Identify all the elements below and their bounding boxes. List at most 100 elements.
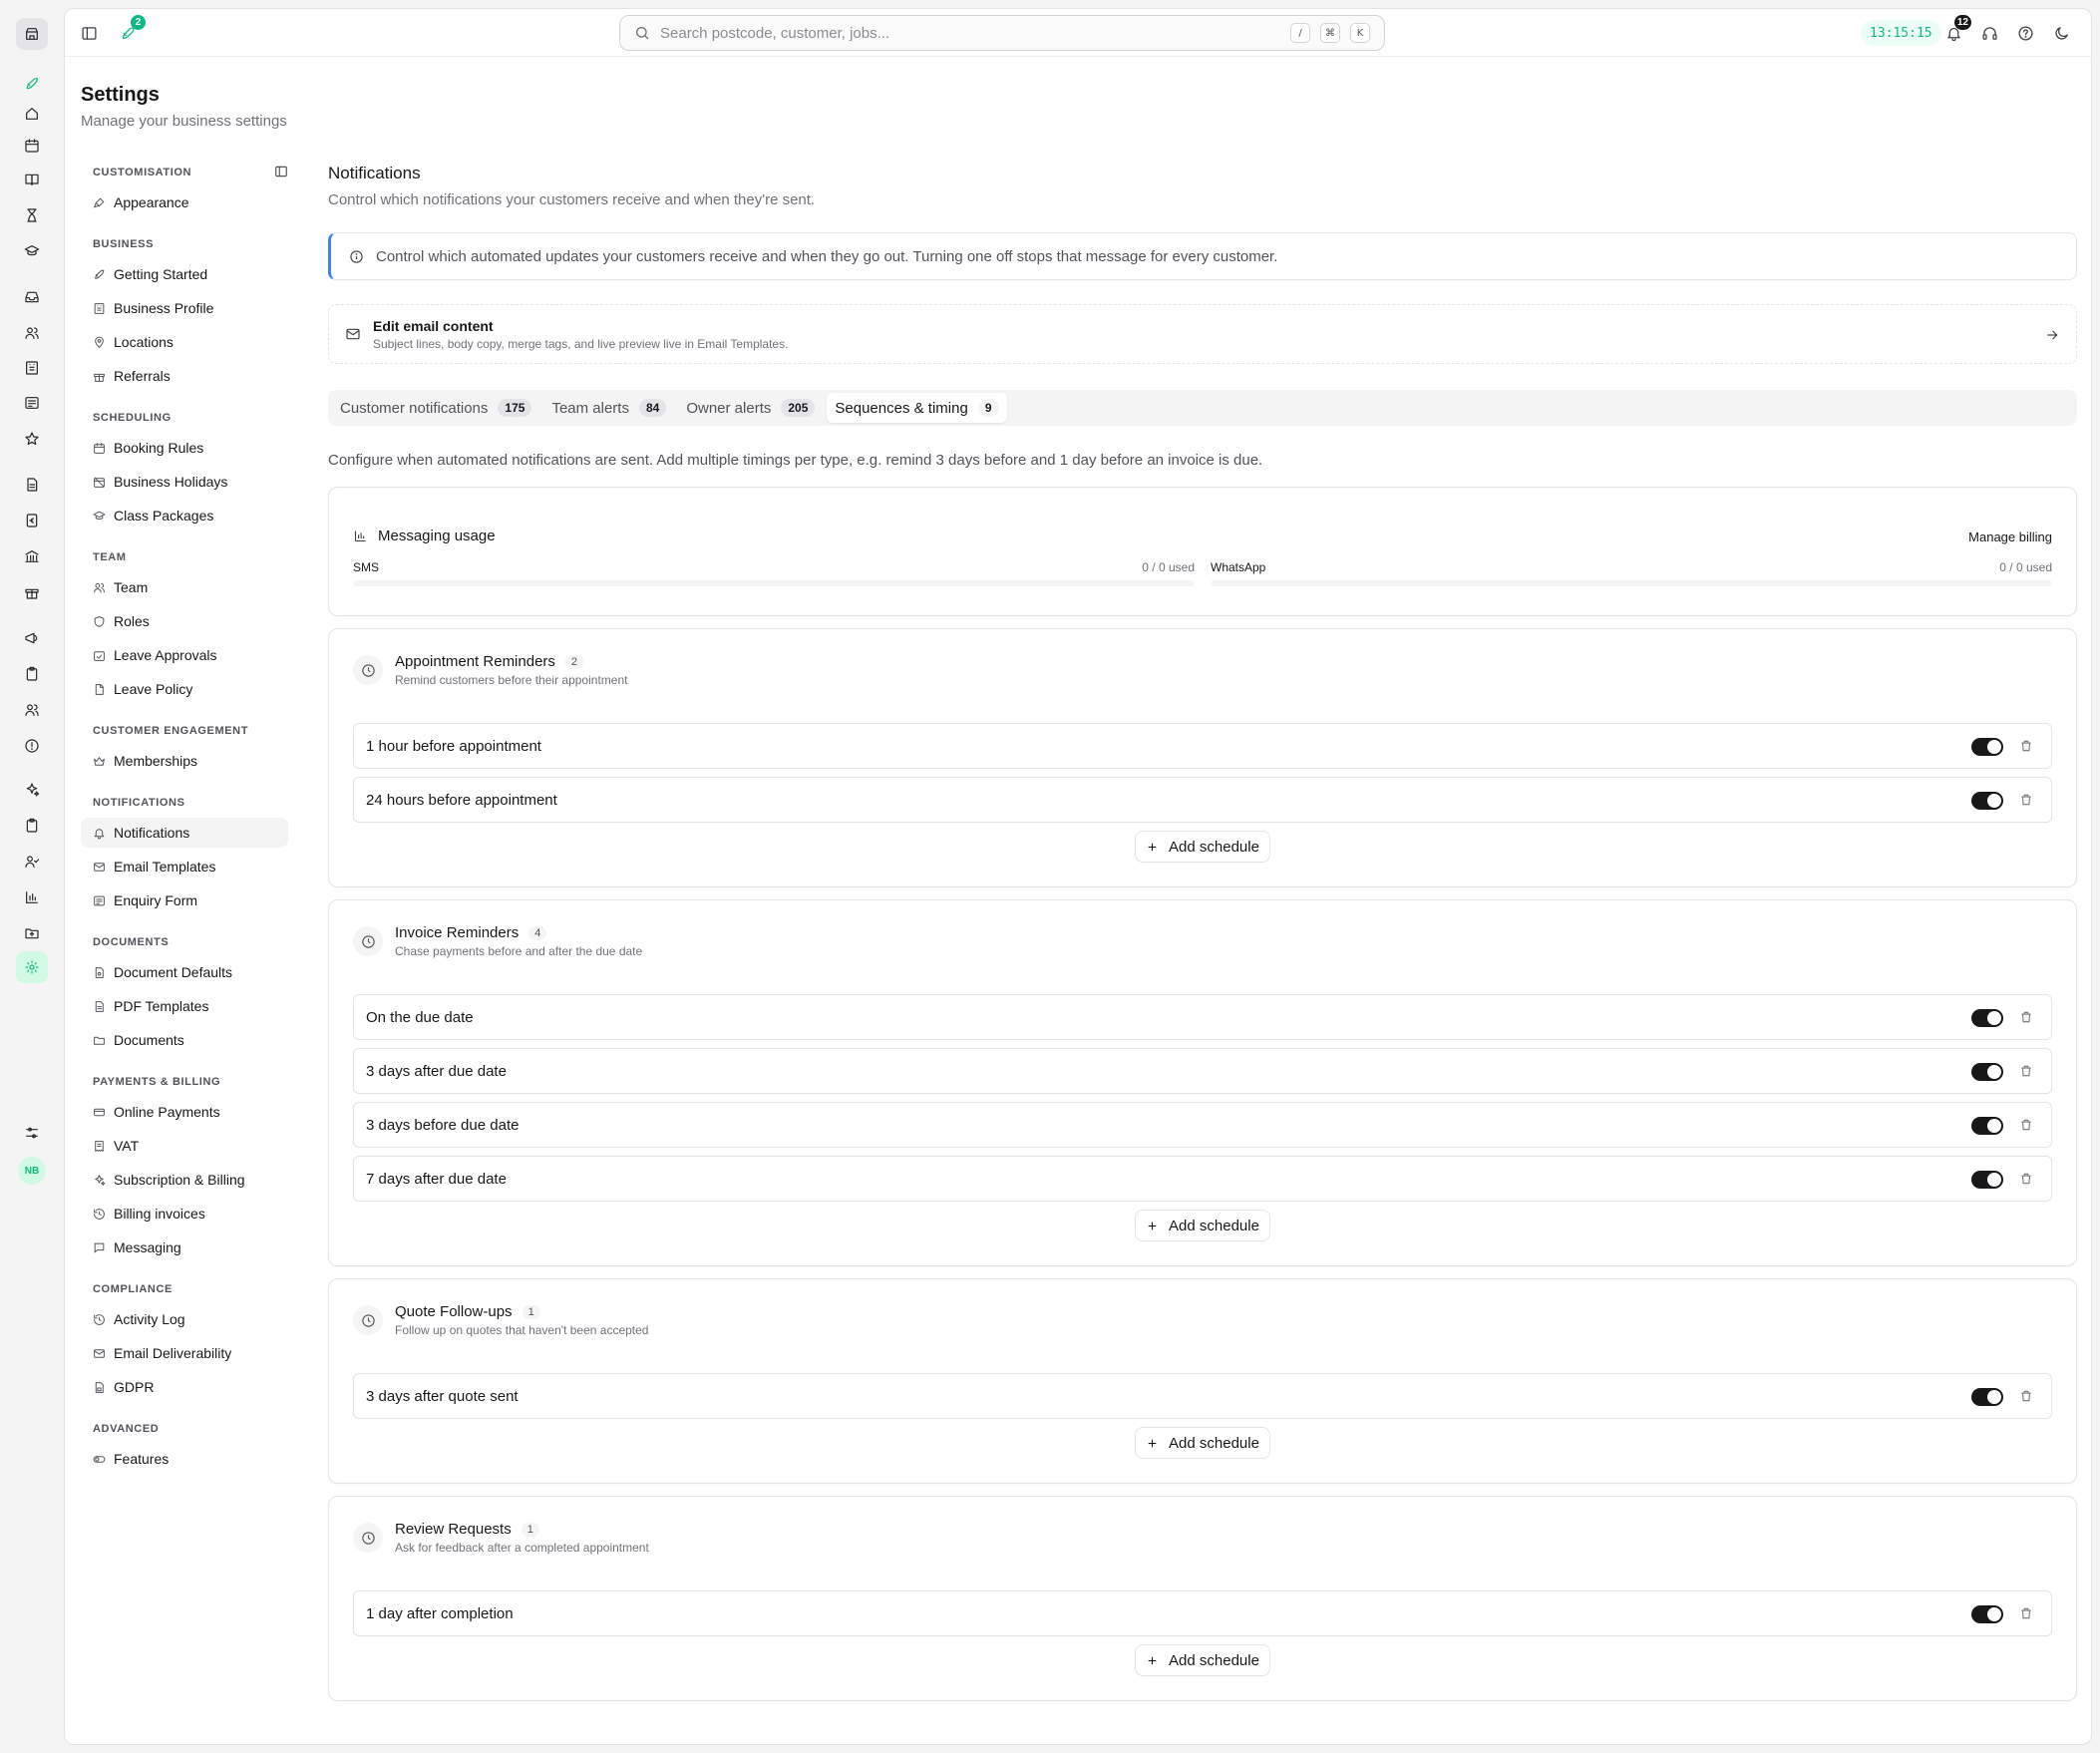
nav-item-subscription-billing[interactable]: Subscription & Billing bbox=[81, 1165, 288, 1195]
rail-euro-file-icon[interactable] bbox=[16, 505, 48, 536]
rail-home-icon[interactable] bbox=[16, 98, 48, 130]
tab-team-alerts[interactable]: Team alerts 84 bbox=[543, 393, 674, 423]
nav-item-features[interactable]: Features bbox=[81, 1444, 288, 1474]
nav-item-business-holidays[interactable]: Business Holidays bbox=[81, 467, 288, 497]
nav-item-enquiry-form[interactable]: Enquiry Form bbox=[81, 885, 288, 915]
tab-sequences-timing[interactable]: Sequences & timing 9 bbox=[827, 393, 1007, 423]
rail-building-icon[interactable] bbox=[16, 352, 48, 384]
nav-item-memberships[interactable]: Memberships bbox=[81, 746, 288, 776]
rail-bank-icon[interactable] bbox=[16, 540, 48, 572]
schedule-toggle[interactable] bbox=[1971, 1388, 2003, 1406]
schedule-toggle[interactable] bbox=[1971, 1605, 2003, 1623]
rocket-icon bbox=[93, 268, 106, 281]
nav-item-leave-approvals[interactable]: Leave Approvals bbox=[81, 640, 288, 670]
rail-sparkles-icon[interactable] bbox=[16, 774, 48, 806]
nav-item-class-packages[interactable]: Class Packages bbox=[81, 501, 288, 530]
schedule-toggle[interactable] bbox=[1971, 738, 2003, 756]
nav-group-title: BUSINESS bbox=[81, 235, 288, 253]
nav-item-activity-log[interactable]: Activity Log bbox=[81, 1304, 288, 1334]
rail-book-icon[interactable] bbox=[16, 164, 48, 195]
rail-star-icon[interactable] bbox=[16, 423, 48, 455]
nav-item-leave-policy[interactable]: Leave Policy bbox=[81, 674, 288, 704]
rail-calendar-icon[interactable] bbox=[16, 130, 48, 162]
rail-users-icon[interactable] bbox=[16, 694, 48, 726]
headset-icon[interactable] bbox=[1977, 21, 2001, 45]
trash-icon[interactable] bbox=[2019, 1118, 2033, 1132]
history-icon bbox=[93, 1313, 106, 1326]
rail-graduation-icon[interactable] bbox=[16, 235, 48, 267]
rail-user-check-icon[interactable] bbox=[16, 846, 48, 877]
rail-file-text-icon[interactable] bbox=[16, 469, 48, 501]
nav-item-team[interactable]: Team bbox=[81, 572, 288, 602]
schedule-toggle[interactable] bbox=[1971, 792, 2003, 810]
rail-inbox-icon[interactable] bbox=[16, 281, 48, 313]
brush-icon bbox=[93, 196, 106, 209]
rail-bar-chart-icon[interactable] bbox=[16, 881, 48, 913]
trash-icon[interactable] bbox=[2019, 1172, 2033, 1186]
rail-gift-icon[interactable] bbox=[16, 576, 48, 608]
rail-form-icon[interactable] bbox=[16, 387, 48, 419]
nav-item-label: GDPR bbox=[114, 1379, 155, 1395]
sequence-card: Quote Follow-ups 1 Follow up on quotes t… bbox=[328, 1278, 2077, 1484]
rail-hourglass-icon[interactable] bbox=[16, 199, 48, 231]
schedule-toggle[interactable] bbox=[1971, 1063, 2003, 1081]
nav-item-locations[interactable]: Locations bbox=[81, 327, 288, 357]
rail-folder-up-icon[interactable] bbox=[16, 917, 48, 949]
moon-icon[interactable] bbox=[2049, 21, 2073, 45]
add-schedule-button[interactable]: Add schedule bbox=[1135, 1427, 1270, 1459]
schedule-toggle[interactable] bbox=[1971, 1117, 2003, 1135]
nav-item-vat[interactable]: VAT bbox=[81, 1131, 288, 1161]
nav-item-billing-invoices[interactable]: Billing invoices bbox=[81, 1199, 288, 1228]
tab-owner-alerts[interactable]: Owner alerts 205 bbox=[678, 393, 823, 423]
add-schedule-button[interactable]: Add schedule bbox=[1135, 1644, 1270, 1676]
rail-alert-icon[interactable] bbox=[16, 730, 48, 762]
avatar[interactable]: NB bbox=[18, 1157, 46, 1185]
schedule-toggle[interactable] bbox=[1971, 1009, 2003, 1027]
nav-item-business-profile[interactable]: Business Profile bbox=[81, 293, 288, 323]
trash-icon[interactable] bbox=[2019, 739, 2033, 753]
trash-icon[interactable] bbox=[2019, 793, 2033, 807]
nav-item-online-payments[interactable]: Online Payments bbox=[81, 1097, 288, 1127]
nav-item-roles[interactable]: Roles bbox=[81, 606, 288, 636]
rail-gear-icon[interactable] bbox=[16, 951, 48, 983]
rail-clipboard-icon[interactable] bbox=[16, 658, 48, 690]
search-input[interactable] bbox=[660, 24, 1280, 42]
edit-email-content-link[interactable]: Edit email content Subject lines, body c… bbox=[328, 304, 2077, 364]
schedule-toggle[interactable] bbox=[1971, 1171, 2003, 1189]
nav-item-notifications[interactable]: Notifications bbox=[81, 818, 288, 848]
nav-item-booking-rules[interactable]: Booking Rules bbox=[81, 433, 288, 463]
rail-sliders-icon[interactable] bbox=[16, 1117, 48, 1149]
trash-icon[interactable] bbox=[2019, 1010, 2033, 1024]
nav-item-referrals[interactable]: Referrals bbox=[81, 361, 288, 391]
rail-rocket-icon[interactable] bbox=[16, 68, 48, 100]
messaging-usage-card: Messaging usage Manage billing SMS 0 / 0 … bbox=[328, 487, 2077, 616]
nav-item-gdpr[interactable]: GDPR bbox=[81, 1372, 288, 1402]
search-bar[interactable]: / ⌘ K bbox=[619, 15, 1385, 51]
collapse-nav-icon[interactable] bbox=[274, 165, 288, 181]
sidebar-toggle-icon[interactable] bbox=[77, 21, 101, 45]
tab-count-badge: 175 bbox=[498, 399, 532, 417]
trash-icon[interactable] bbox=[2019, 1389, 2033, 1403]
nav-item-document-defaults[interactable]: Document Defaults bbox=[81, 957, 288, 987]
rail-users-icon[interactable] bbox=[16, 317, 48, 349]
bell-icon[interactable]: 12 bbox=[1941, 15, 1971, 45]
rail-store-icon[interactable] bbox=[16, 18, 48, 50]
trash-icon[interactable] bbox=[2019, 1606, 2033, 1620]
add-schedule-button[interactable]: Add schedule bbox=[1135, 1210, 1270, 1241]
nav-item-messaging[interactable]: Messaging bbox=[81, 1232, 288, 1262]
add-schedule-label: Add schedule bbox=[1169, 1434, 1259, 1452]
nav-item-getting-started[interactable]: Getting Started bbox=[81, 259, 288, 289]
nav-item-documents[interactable]: Documents bbox=[81, 1025, 288, 1055]
rocket-icon[interactable]: 2 bbox=[116, 15, 146, 45]
nav-item-email-deliverability[interactable]: Email Deliverability bbox=[81, 1338, 288, 1368]
tab-customer-notifications[interactable]: Customer notifications 175 bbox=[332, 393, 539, 423]
nav-item-appearance[interactable]: Appearance bbox=[81, 187, 288, 217]
manage-billing-link[interactable]: Manage billing bbox=[1968, 529, 2052, 544]
add-schedule-button[interactable]: Add schedule bbox=[1135, 831, 1270, 863]
nav-item-pdf-templates[interactable]: PDF Templates bbox=[81, 991, 288, 1021]
trash-icon[interactable] bbox=[2019, 1064, 2033, 1078]
rail-megaphone-icon[interactable] bbox=[16, 622, 48, 654]
nav-item-email-templates[interactable]: Email Templates bbox=[81, 852, 288, 881]
help-icon[interactable] bbox=[2013, 21, 2037, 45]
rail-clipboard-icon[interactable] bbox=[16, 810, 48, 842]
